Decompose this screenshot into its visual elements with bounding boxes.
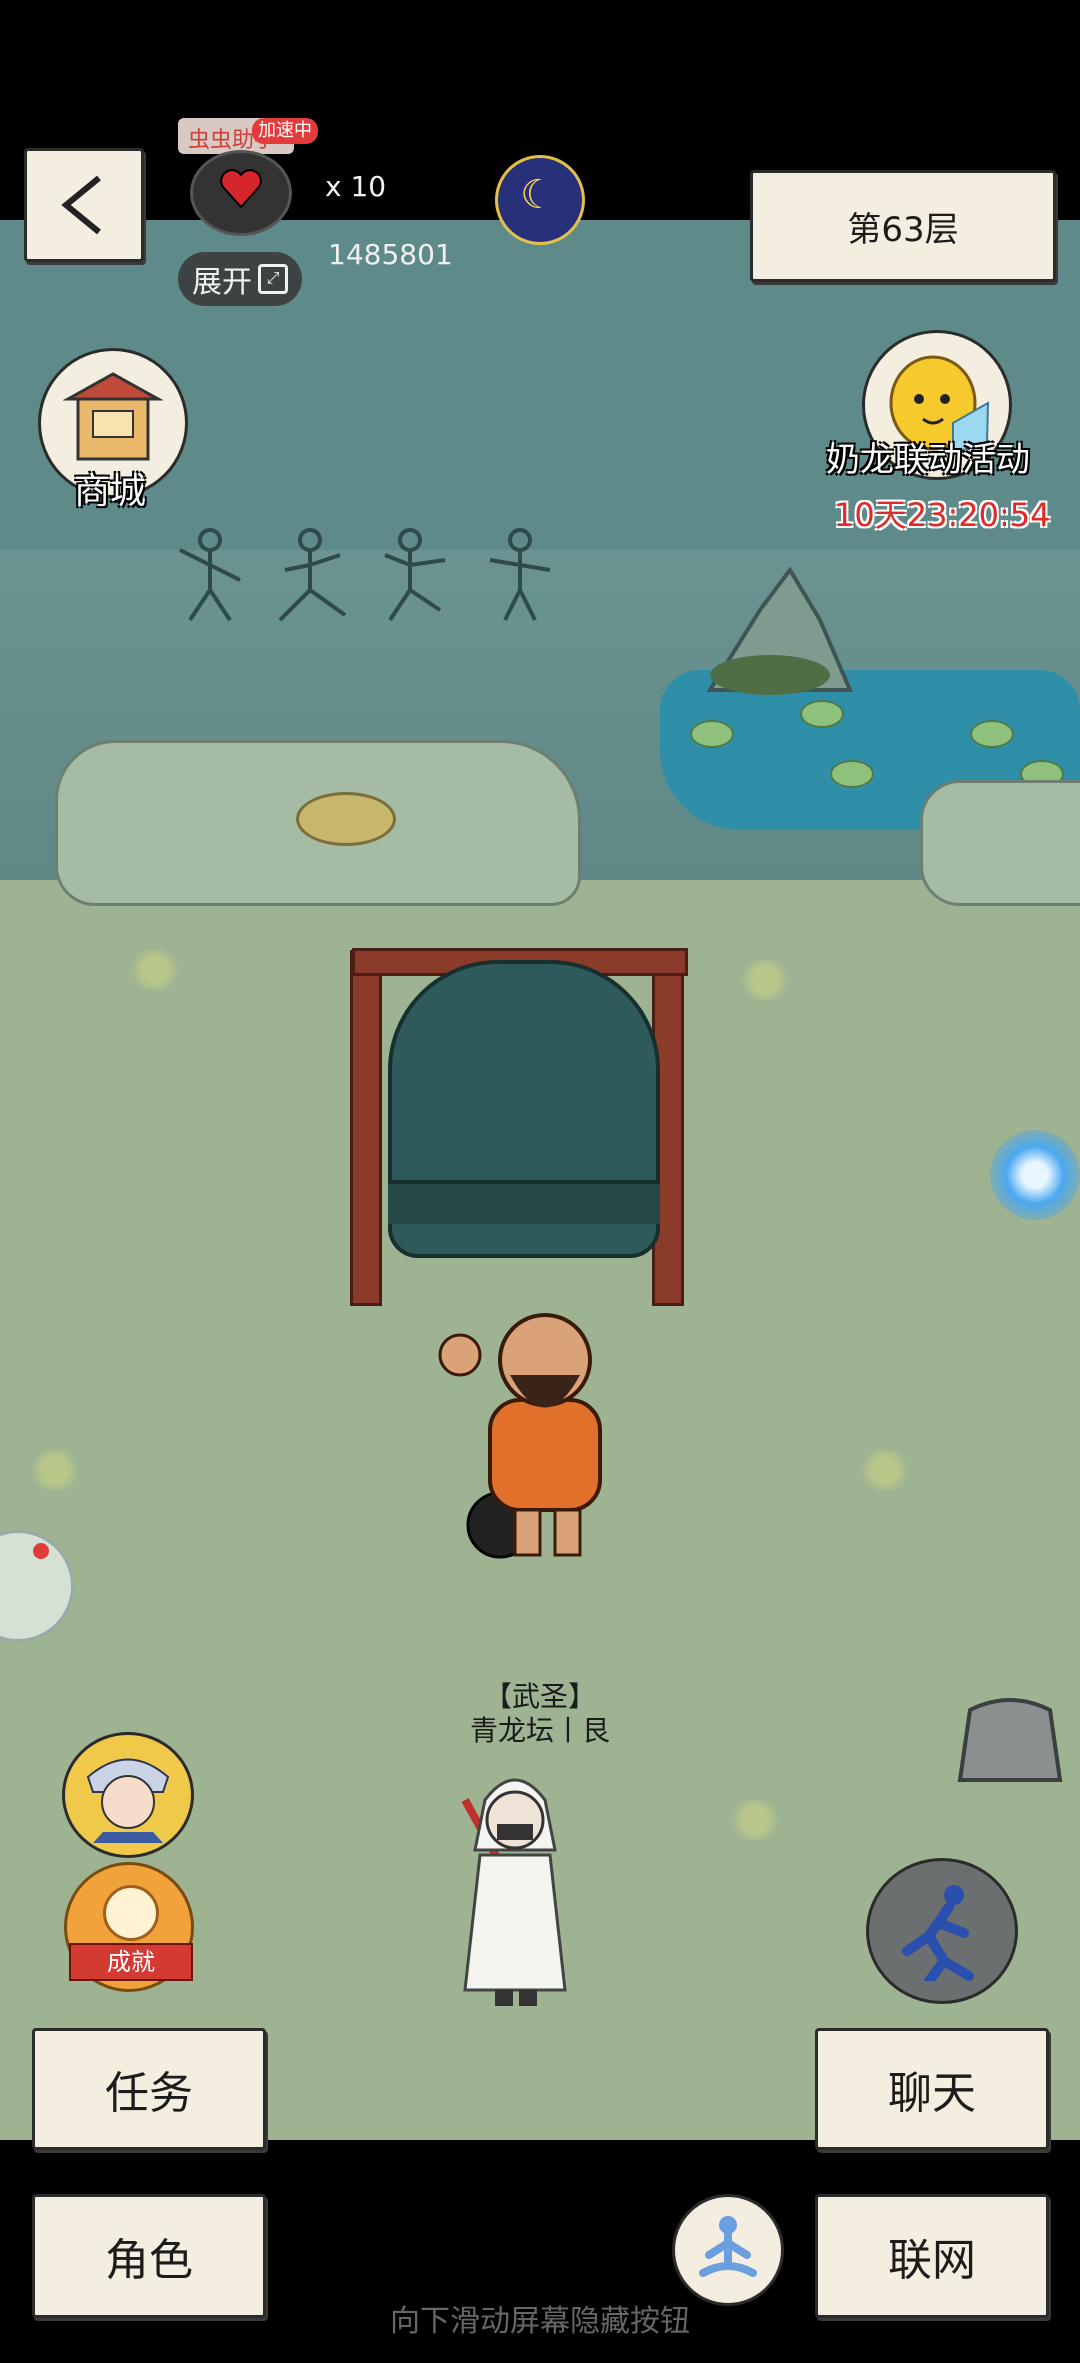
- sprint-button[interactable]: [866, 1858, 1018, 2004]
- sprint-icon: [902, 1885, 974, 1981]
- meditate-button[interactable]: [672, 2194, 784, 2306]
- pond-rock: [706, 566, 854, 695]
- lily-pad: [830, 760, 874, 788]
- event-label: 奶龙联动活动: [826, 440, 1030, 480]
- achievement-icon: [103, 1885, 159, 1941]
- bell-band: [388, 1180, 660, 1224]
- score-value: 1485801: [328, 238, 453, 271]
- portal-orb-icon[interactable]: [990, 1130, 1080, 1220]
- achievement-button[interactable]: 成就: [64, 1862, 194, 1992]
- character-title: 【武圣】: [483, 1680, 596, 1713]
- grass-tuft: [120, 950, 190, 990]
- lily-pad: [970, 720, 1014, 748]
- achievement-label: 成就: [69, 1943, 193, 1981]
- heart-count: x 10: [325, 170, 387, 203]
- portrait-figure: [86, 1758, 170, 1843]
- bell-post-left: [350, 950, 382, 1306]
- chevron-left-icon: [61, 175, 101, 235]
- grass-tuft: [850, 1450, 920, 1490]
- event-timer: 10天23:20:54: [834, 496, 1051, 534]
- floor-indicator: 第63层: [750, 170, 1056, 282]
- assist-status: 加速中: [252, 118, 318, 144]
- meditate-icon: [699, 2216, 757, 2277]
- expand-button[interactable]: 展开 ⤢: [178, 252, 302, 306]
- back-button[interactable]: [24, 148, 144, 262]
- player-character[interactable]: [435, 1760, 595, 2010]
- quest-button[interactable]: 任务: [32, 2028, 266, 2150]
- lily-pad: [800, 700, 844, 728]
- chat-button[interactable]: 聊天: [815, 2028, 1049, 2150]
- expand-label: 展开: [192, 265, 252, 300]
- gold-coin-icon[interactable]: [296, 792, 396, 846]
- grass-tuft: [20, 1450, 90, 1490]
- grass-tuft: [720, 1800, 790, 1840]
- notification-dot: [33, 1543, 49, 1559]
- moon-child-icon[interactable]: ☾: [495, 155, 585, 245]
- shop-icon: [63, 372, 163, 461]
- stone-right: [920, 780, 1080, 906]
- expand-icon: ⤢: [258, 264, 288, 294]
- moon-glyph: ☾: [520, 172, 556, 218]
- grass-tuft: [730, 960, 800, 1000]
- martial-carvings: [179, 528, 551, 622]
- heart-icon: [220, 169, 262, 209]
- swipe-hint: 向下滑动屏幕隐藏按钮: [390, 2304, 690, 2339]
- avatar-portrait-icon[interactable]: [62, 1732, 194, 1858]
- monk-npc[interactable]: [430, 1300, 650, 1570]
- stone-stump: [957, 1698, 1063, 1782]
- heart-badge[interactable]: [190, 150, 292, 236]
- character-guild: 青龙坛丨艮: [469, 1714, 610, 1747]
- shop-label: 商城: [74, 471, 147, 512]
- lily-pad: [690, 720, 734, 748]
- character-nameplate: 【武圣】 青龙坛丨艮: [450, 1680, 630, 1748]
